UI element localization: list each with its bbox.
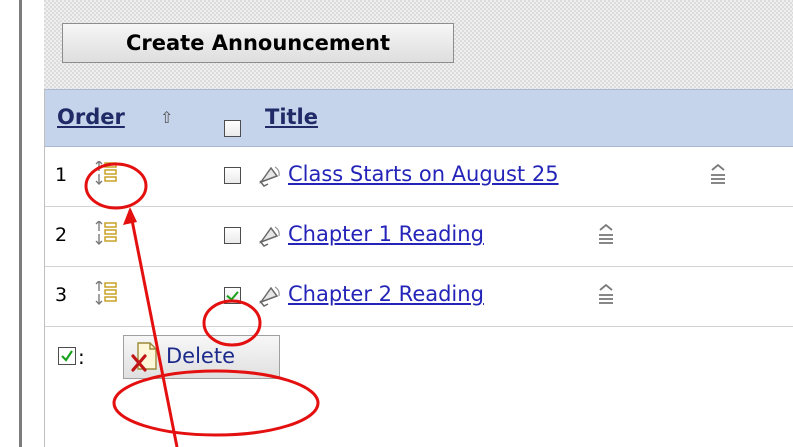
reorder-drag-icon[interactable] xyxy=(91,161,119,189)
row-order-number: 3 xyxy=(55,284,68,306)
announcement-megaphone-icon xyxy=(258,286,280,307)
announcement-link[interactable]: Class Starts on August 25 xyxy=(288,162,559,186)
announcement-megaphone-icon xyxy=(258,226,280,247)
table-header: Order ⇧ Title xyxy=(45,89,793,147)
title-column-header[interactable]: Title xyxy=(265,105,318,129)
table-row: 3 Chapter 2 Reading xyxy=(45,267,793,327)
item-menu-chevron-icon[interactable] xyxy=(596,283,616,305)
announcements-table: Order ⇧ Title 1 Class Starts on August 2… xyxy=(44,89,793,447)
delete-button-label: Delete xyxy=(166,344,235,368)
announcement-link[interactable]: Chapter 1 Reading xyxy=(288,222,484,246)
row-checkbox[interactable] xyxy=(224,287,241,304)
delete-button[interactable]: Delete xyxy=(123,335,280,379)
table-row: 1 Class Starts on August 25 xyxy=(45,147,793,207)
reorder-drag-icon[interactable] xyxy=(91,281,119,309)
create-announcement-button[interactable]: Create Announcement xyxy=(62,23,454,63)
delete-x-icon xyxy=(131,342,157,372)
sort-up-arrow-icon[interactable]: ⇧ xyxy=(160,108,173,127)
announcement-megaphone-icon xyxy=(258,166,280,187)
item-menu-chevron-icon[interactable] xyxy=(708,163,728,185)
item-menu-chevron-icon[interactable] xyxy=(596,223,616,245)
page-left-border xyxy=(19,0,22,447)
row-order-number: 2 xyxy=(55,224,68,246)
table-row: 2 Chapter 1 Reading xyxy=(45,207,793,267)
announcement-link[interactable]: Chapter 2 Reading xyxy=(288,282,484,306)
row-checkbox[interactable] xyxy=(224,167,241,184)
select-all-checkbox[interactable] xyxy=(224,120,241,137)
selection-colon: : xyxy=(78,345,85,369)
reorder-drag-icon[interactable] xyxy=(91,221,119,249)
order-column-header[interactable]: Order xyxy=(57,105,125,129)
bulk-actions-bar: : Delete xyxy=(45,327,793,387)
row-order-number: 1 xyxy=(55,164,68,186)
checked-selection-icon xyxy=(58,347,76,365)
row-checkbox[interactable] xyxy=(224,227,241,244)
